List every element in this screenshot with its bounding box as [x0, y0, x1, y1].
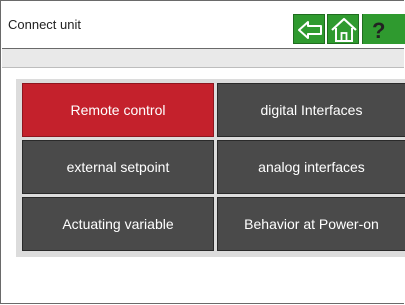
back-arrow-icon: [298, 21, 322, 39]
header-bar: Connect unit ?: [2, 2, 405, 49]
svg-text:?: ?: [372, 18, 385, 43]
menu-item-remote-control[interactable]: Remote control: [22, 83, 214, 137]
menu-item-analog-interfaces[interactable]: analog interfaces: [217, 140, 405, 194]
page-title: Connect unit: [8, 17, 81, 32]
menu-item-actuating-variable[interactable]: Actuating variable: [22, 197, 214, 251]
home-icon: [331, 17, 357, 42]
screen-frame: Connect unit ? Remote control digital In…: [0, 0, 405, 304]
back-button[interactable]: [293, 14, 325, 44]
home-button[interactable]: [327, 14, 359, 44]
subheader-strip: [2, 49, 404, 68]
help-button[interactable]: ?: [362, 14, 405, 44]
help-icon: ?: [372, 18, 385, 43]
menu-item-digital-interfaces[interactable]: digital Interfaces: [217, 83, 405, 137]
menu-item-behavior-at-power-on[interactable]: Behavior at Power-on: [217, 197, 405, 251]
menu-item-external-setpoint[interactable]: external setpoint: [22, 140, 214, 194]
menu-grid: Remote control digital Interfaces extern…: [16, 79, 405, 257]
